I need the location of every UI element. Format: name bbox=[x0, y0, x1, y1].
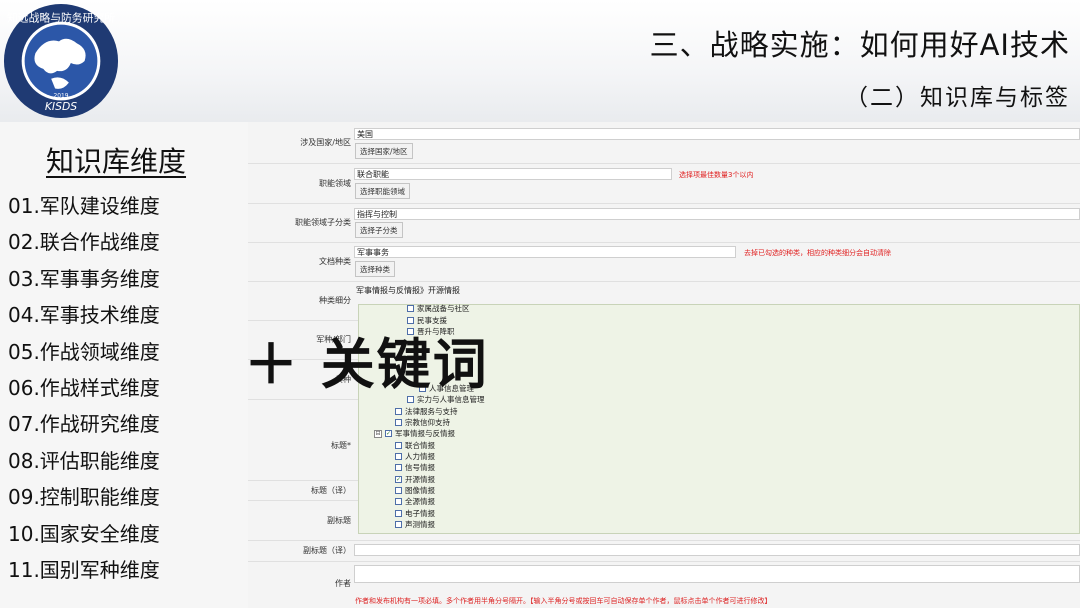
checkbox[interactable]: ✓ bbox=[385, 430, 392, 437]
country-field[interactable]: 美国 bbox=[354, 128, 1080, 140]
checkbox[interactable] bbox=[395, 521, 402, 528]
checkmark-icon: ✓ bbox=[395, 475, 402, 483]
header: 知远战略与防务研究所 2019 KISDS 三、战略实施：如何用好AI技术 （二… bbox=[0, 0, 1080, 122]
tree-item[interactable]: 法律服务与支持 bbox=[395, 406, 458, 417]
dimension-panel: 知识库维度 01.军队建设维度 02.联合作战维度 03.军事事务维度 04.军… bbox=[0, 122, 248, 608]
author-note: 作者和发布机构有一项必填。多个作者用半角分号隔开。【输入半角分号或按回车可自动保… bbox=[355, 597, 772, 605]
select-country-button[interactable]: 选择国家/地区 bbox=[355, 143, 413, 159]
field-label: 种类细分 bbox=[319, 296, 351, 305]
tree-item[interactable]: 信号情报 bbox=[395, 462, 435, 473]
list-item: 06.作战样式维度 bbox=[8, 375, 160, 400]
field-label: 副标题（译） bbox=[303, 546, 351, 555]
tree-item[interactable]: 电子情报 bbox=[395, 508, 435, 519]
checkmark-icon: ✓ bbox=[385, 429, 392, 437]
function-field[interactable]: 联合职能 bbox=[354, 168, 672, 180]
form-row-subtitle-en: 副标题（译） bbox=[248, 540, 1080, 562]
list-item: 02.联合作战维度 bbox=[8, 230, 160, 255]
tree-item[interactable]: 全源情报 bbox=[395, 496, 435, 507]
field-label: 职能领域子分类 bbox=[295, 218, 351, 227]
field-label: 文档种类 bbox=[319, 257, 351, 266]
list-item: 10.国家安全维度 bbox=[8, 521, 160, 546]
page-subtitle: （二）知识库与标签 bbox=[845, 85, 1070, 111]
form-row-function: 职能领域 联合职能 选择项最佳数量3个以内 选择职能领域 bbox=[248, 163, 1080, 204]
dimension-title: 知识库维度 bbox=[46, 145, 187, 178]
function-note: 选择项最佳数量3个以内 bbox=[679, 171, 754, 179]
collapse-icon[interactable]: ⊟ bbox=[374, 429, 382, 438]
list-item: 01.军队建设维度 bbox=[8, 194, 160, 218]
tree-item[interactable]: 声测情报 bbox=[395, 519, 435, 530]
list-item: 03.军事事务维度 bbox=[8, 266, 160, 291]
institute-logo: 知远战略与防务研究所 2019 KISDS bbox=[3, 3, 119, 119]
keyword-overlay: ＋ 关键词 bbox=[244, 333, 489, 396]
select-function-button[interactable]: 选择职能领域 bbox=[355, 183, 410, 199]
subclass-field[interactable]: 指挥与控制 bbox=[354, 208, 1080, 220]
checkbox[interactable] bbox=[395, 419, 402, 426]
tree-item[interactable]: 人力情报 bbox=[395, 451, 435, 462]
field-label: 涉及国家/地区 bbox=[300, 138, 351, 147]
logo-text-bottom: KISDS bbox=[45, 100, 77, 113]
tree-item[interactable]: ✓ 开源情报 bbox=[395, 474, 435, 485]
form-row-country: 涉及国家/地区 美国 选择国家/地区 bbox=[248, 122, 1080, 164]
dimension-list: 01.军队建设维度 02.联合作战维度 03.军事事务维度 04.军事技术维度 … bbox=[8, 188, 160, 588]
page-title: 三、战略实施：如何用好AI技术 bbox=[649, 28, 1070, 62]
tree-item[interactable]: 家属战备与社区 bbox=[407, 303, 470, 314]
form-row-doctype: 文档种类 军事事务 去掉已勾选的种类，相应的种类细分会自动清除 选择种类 bbox=[248, 242, 1080, 282]
tree-item[interactable]: 宗教信仰支持 bbox=[395, 417, 450, 428]
tree-item[interactable]: 图像情报 bbox=[395, 485, 435, 496]
checkbox[interactable]: ✓ bbox=[395, 476, 402, 483]
tree-item[interactable]: 联合情报 bbox=[395, 440, 435, 451]
author-field[interactable] bbox=[354, 565, 1080, 583]
logo-year: 2019 bbox=[54, 93, 69, 99]
doctype-note: 去掉已勾选的种类，相应的种类细分会自动清除 bbox=[744, 249, 891, 257]
checkbox[interactable] bbox=[395, 464, 402, 471]
select-subclass-button[interactable]: 选择子分类 bbox=[355, 222, 403, 238]
list-item: 04.军事技术维度 bbox=[8, 303, 160, 328]
logo-text-top: 知远战略与防务研究所 bbox=[7, 11, 115, 25]
checkbox[interactable] bbox=[395, 442, 402, 449]
doctype-field[interactable]: 军事事务 bbox=[354, 246, 736, 258]
checkbox[interactable] bbox=[395, 453, 402, 460]
list-item: 05.作战领域维度 bbox=[8, 339, 160, 364]
list-item: 07.作战研究维度 bbox=[8, 412, 160, 437]
field-label: 副标题 bbox=[327, 515, 351, 525]
list-item: 11.国别军种维度 bbox=[8, 557, 160, 582]
tree-item[interactable]: ⊟ ✓ 军事情报与反情报 bbox=[374, 428, 455, 439]
checkbox[interactable] bbox=[395, 510, 402, 517]
field-label: 作者 bbox=[335, 578, 351, 588]
list-item: 09.控制职能维度 bbox=[8, 485, 160, 510]
subtitle-en-field[interactable] bbox=[354, 544, 1080, 556]
checkbox[interactable] bbox=[395, 408, 402, 415]
subtype-value: 军事情报与反情报》开源情报 bbox=[356, 286, 460, 295]
checkbox[interactable] bbox=[395, 498, 402, 505]
checkbox[interactable] bbox=[407, 305, 414, 312]
form-row-subclass: 职能领域子分类 指挥与控制 选择子分类 bbox=[248, 203, 1080, 243]
list-item: 08.评估职能维度 bbox=[8, 448, 160, 473]
checkbox[interactable] bbox=[395, 487, 402, 494]
field-label: 职能领域 bbox=[319, 178, 351, 188]
select-doctype-button[interactable]: 选择种类 bbox=[355, 261, 395, 277]
field-label: 标题（译） bbox=[311, 485, 351, 495]
field-label: 标题* bbox=[331, 440, 351, 450]
